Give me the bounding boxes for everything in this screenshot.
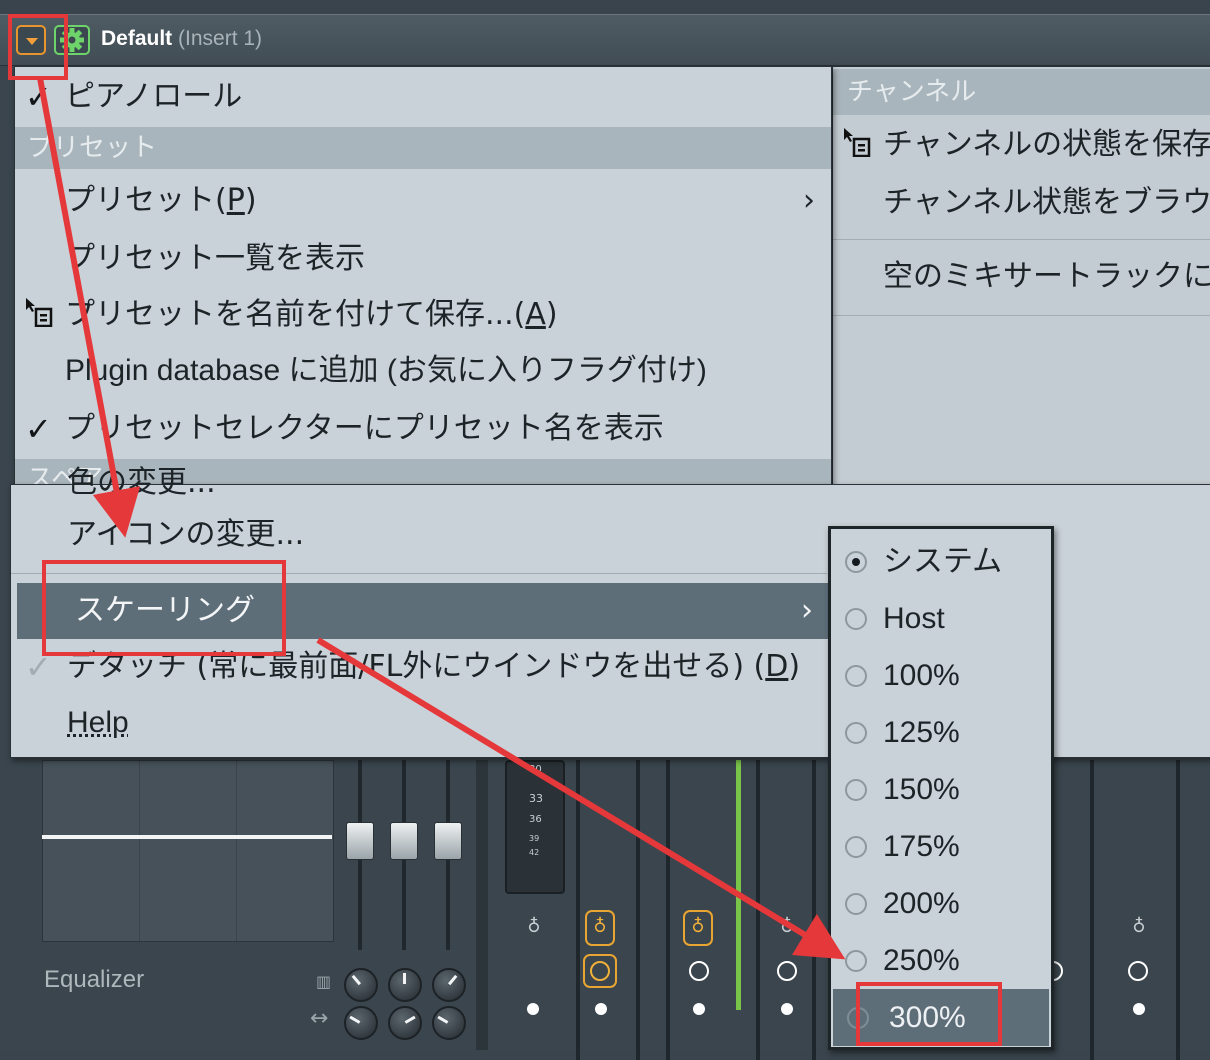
arrow-line	[37, 77, 141, 538]
annotation-arrows	[37, 77, 846, 960]
arrow-line	[316, 637, 846, 960]
